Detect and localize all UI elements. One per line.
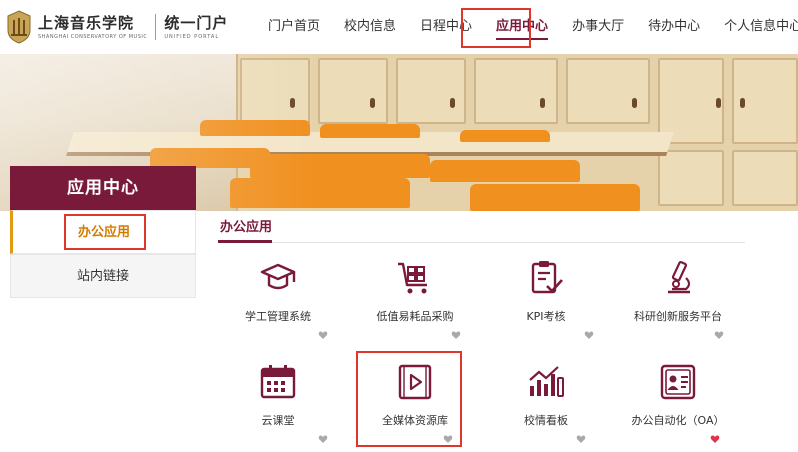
sidebar-title: 应用中心 [10,166,196,210]
app-tile-student-affairs[interactable]: 学工管理系统 [218,258,338,350]
logo-school-name: 上海音乐学院 [38,14,135,32]
app-label: KPI考核 [526,310,566,323]
site-logo[interactable]: 上海音乐学院 SHANGHAI CONSERVATORY OF MUSIC 统一… [6,8,228,46]
favorite-heart-icon[interactable] [576,434,586,444]
app-label: 科研创新服务平台 [634,310,722,323]
app-label: 云课堂 [261,414,295,427]
favorite-heart-icon[interactable] [710,434,720,444]
sidebar-item-site-links[interactable]: 站内链接 [10,254,196,298]
app-tile-consumables-purchase[interactable]: 低值易耗品采购 [355,258,475,350]
nav-item-portal-home[interactable]: 门户首页 [258,12,330,42]
school-crest-icon [6,10,32,44]
calendar-icon [258,362,298,402]
portal-name: 统一门户 [164,14,229,32]
chart-dashboard-icon [526,362,566,402]
nav-item-campus-info[interactable]: 校内信息 [334,12,406,42]
app-label: 办公自动化（OA） [631,414,725,427]
highlight-box-app-center [461,8,531,48]
app-label: 学工管理系统 [245,310,311,323]
logo-school-name-en: SHANGHAI CONSERVATORY OF MUSIC [38,34,148,40]
favorite-heart-icon[interactable] [318,330,328,340]
header: 上海音乐学院 SHANGHAI CONSERVATORY OF MUSIC 统一… [0,0,798,54]
highlight-box-office-apps [64,214,146,250]
nav-item-service-hall[interactable]: 办事大厅 [562,12,634,42]
app-label: 校情看板 [524,414,568,427]
nav-item-todo-center[interactable]: 待办中心 [638,12,710,42]
app-tile-cloud-classroom[interactable]: 云课堂 [218,362,338,452]
clipboard-check-icon [526,258,566,298]
logo-divider [155,14,157,40]
app-tile-campus-dashboard[interactable]: 校情看板 [486,362,606,452]
favorite-heart-icon[interactable] [714,330,724,340]
highlight-box-media-library [356,351,462,447]
app-tile-kpi-assessment[interactable]: KPI考核 [486,258,606,350]
app-tile-office-automation[interactable]: 办公自动化（OA） [618,362,738,452]
favorite-heart-icon[interactable] [318,434,328,444]
section-title: 办公应用 [220,220,273,235]
microscope-icon [658,258,698,298]
graduation-cap-icon [258,258,298,298]
nav-item-personal-info[interactable]: 个人信息中心 [714,12,798,42]
favorite-heart-icon[interactable] [451,330,461,340]
app-tile-research-innovation[interactable]: 科研创新服务平台 [618,258,738,350]
section-title-underline [218,240,272,243]
section-divider [218,242,745,243]
id-card-icon [658,362,698,402]
app-label: 低值易耗品采购 [376,310,454,323]
shopping-cart-icon [395,258,435,298]
favorite-heart-icon[interactable] [584,330,594,340]
portal-name-en: UNIFIED PORTAL [164,34,220,40]
